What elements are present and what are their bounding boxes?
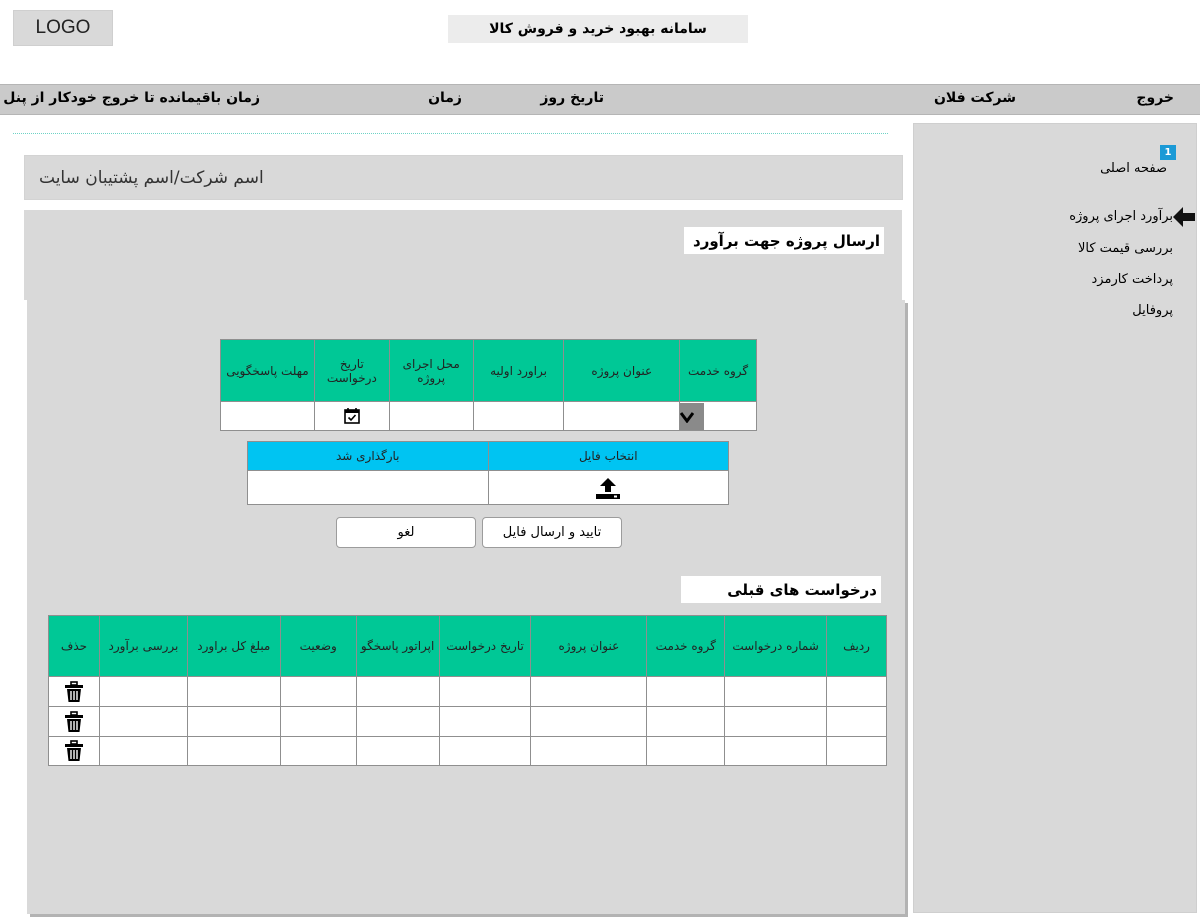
trash-icon[interactable] bbox=[63, 680, 85, 703]
table-cell[interactable] bbox=[99, 676, 188, 707]
response-deadline-field[interactable] bbox=[220, 401, 315, 431]
sidebar-item-home[interactable]: صفحه اصلی bbox=[1100, 161, 1167, 176]
table-cell bbox=[826, 706, 887, 737]
col-project-title: عنوان پروژه bbox=[530, 615, 648, 677]
table-cell bbox=[530, 676, 648, 707]
company-name: شرکت فلان bbox=[933, 90, 1016, 106]
table-cell bbox=[186, 736, 281, 766]
app-title: سامانه بهبود خرید و فروش کالا bbox=[448, 15, 748, 43]
arrow-left-icon bbox=[1172, 206, 1196, 232]
request-date-field[interactable] bbox=[313, 401, 390, 431]
col-project-location: محل اجرای پروژه bbox=[388, 339, 474, 402]
table-cell bbox=[438, 736, 532, 766]
chevron-down-icon[interactable] bbox=[679, 402, 705, 430]
col-row: ردیف bbox=[826, 615, 887, 677]
delete-cell[interactable] bbox=[47, 736, 101, 766]
remaining-time-label: زمان باقیمانده تا خروج خودکار از پنل bbox=[3, 90, 260, 106]
table-cell bbox=[724, 676, 828, 707]
table-cell bbox=[279, 736, 357, 766]
delete-cell[interactable] bbox=[47, 676, 101, 707]
col-request-number: شماره درخواست bbox=[724, 615, 828, 677]
exit-link[interactable]: خروج bbox=[1136, 90, 1174, 106]
table-cell bbox=[826, 676, 887, 707]
table-cell bbox=[279, 676, 357, 707]
col-request-date: تاریخ درخواست bbox=[313, 339, 390, 402]
table-cell bbox=[724, 706, 828, 737]
uploaded-status-cell bbox=[247, 470, 489, 505]
table-row bbox=[47, 736, 887, 766]
table-cell bbox=[186, 676, 281, 707]
table-cell bbox=[646, 736, 726, 766]
table-cell bbox=[186, 706, 281, 737]
main-panel-header bbox=[24, 210, 902, 300]
col-operator: اپراتور پاسخگو bbox=[355, 615, 440, 677]
send-section-title: ارسال پروژه جهت برآورد bbox=[684, 227, 884, 254]
time-label: زمان bbox=[428, 90, 462, 106]
notification-badge: 1 bbox=[1160, 145, 1176, 160]
col-request-date: تاریخ درخواست bbox=[438, 615, 532, 677]
table-cell bbox=[438, 706, 532, 737]
table-cell bbox=[646, 676, 726, 707]
table-cell bbox=[530, 736, 648, 766]
date-label: تاریخ روز bbox=[540, 90, 604, 106]
sidebar-item-price-check[interactable]: بررسی قیمت کالا bbox=[1078, 241, 1173, 256]
cancel-button[interactable]: لغو bbox=[336, 517, 476, 548]
confirm-send-button[interactable]: تایید و ارسال فایل bbox=[482, 517, 622, 548]
send-project-table: گروه خدمت عنوان پروژه براورد اولیه محل ا… bbox=[220, 339, 757, 431]
table-row bbox=[47, 676, 887, 707]
col-review-estimate: بررسی برآورد bbox=[99, 615, 188, 677]
project-title-field[interactable] bbox=[563, 401, 681, 431]
col-total-estimate: مبلغ کل براورد bbox=[186, 615, 281, 677]
table-cell bbox=[355, 676, 440, 707]
calendar-icon[interactable] bbox=[343, 407, 361, 425]
table-cell bbox=[438, 676, 532, 707]
top-bar: خروج شرکت فلان تاریخ روز زمان زمان باقیم… bbox=[0, 84, 1200, 115]
logo: LOGO bbox=[13, 10, 113, 46]
table-cell bbox=[646, 706, 726, 737]
company-bar: اسم شرکت/اسم پشتیبان سایت bbox=[24, 155, 903, 200]
table-cell[interactable] bbox=[99, 706, 188, 737]
table-cell[interactable] bbox=[99, 736, 188, 766]
delete-cell[interactable] bbox=[47, 706, 101, 737]
sidebar-item-profile[interactable]: پروفایل bbox=[1132, 303, 1173, 318]
upload-table: انتخاب فایل بارگذاری شد bbox=[247, 441, 730, 505]
divider bbox=[13, 133, 888, 134]
trash-icon[interactable] bbox=[63, 710, 85, 733]
col-delete: حذف bbox=[47, 615, 101, 677]
table-cell bbox=[826, 736, 887, 766]
col-project-title: عنوان پروژه bbox=[563, 339, 681, 402]
upload-icon[interactable] bbox=[594, 476, 622, 500]
col-uploaded: بارگذاری شد bbox=[247, 441, 489, 471]
table-row bbox=[47, 706, 887, 737]
sidebar-item-fee-payment[interactable]: پرداخت کارمزد bbox=[1092, 272, 1173, 287]
col-choose-file: انتخاب فایل bbox=[487, 441, 730, 471]
sidebar-item-project-estimate[interactable]: برآورد اجرای پروژه bbox=[1069, 209, 1173, 224]
table-cell bbox=[355, 736, 440, 766]
col-status: وضعیت bbox=[279, 615, 357, 677]
col-response-deadline: مهلت پاسخگویی bbox=[220, 339, 315, 402]
project-location-field[interactable] bbox=[388, 401, 474, 431]
table-cell bbox=[530, 706, 648, 737]
trash-icon[interactable] bbox=[63, 740, 85, 762]
table-cell bbox=[279, 706, 357, 737]
choose-file-cell[interactable] bbox=[487, 470, 730, 505]
col-service-group: گروه خدمت bbox=[679, 339, 757, 402]
previous-requests-table: ردیف شماره درخواست گروه خدمت عنوان پروژه… bbox=[47, 615, 887, 766]
service-group-select[interactable] bbox=[679, 401, 757, 431]
table-cell bbox=[724, 736, 828, 766]
initial-estimate-field[interactable] bbox=[472, 401, 565, 431]
table-cell bbox=[355, 706, 440, 737]
col-initial-estimate: براورد اولیه bbox=[472, 339, 565, 402]
previous-requests-title: درخواست های قبلی bbox=[681, 576, 881, 603]
col-service-group: گروه خدمت bbox=[646, 615, 726, 677]
